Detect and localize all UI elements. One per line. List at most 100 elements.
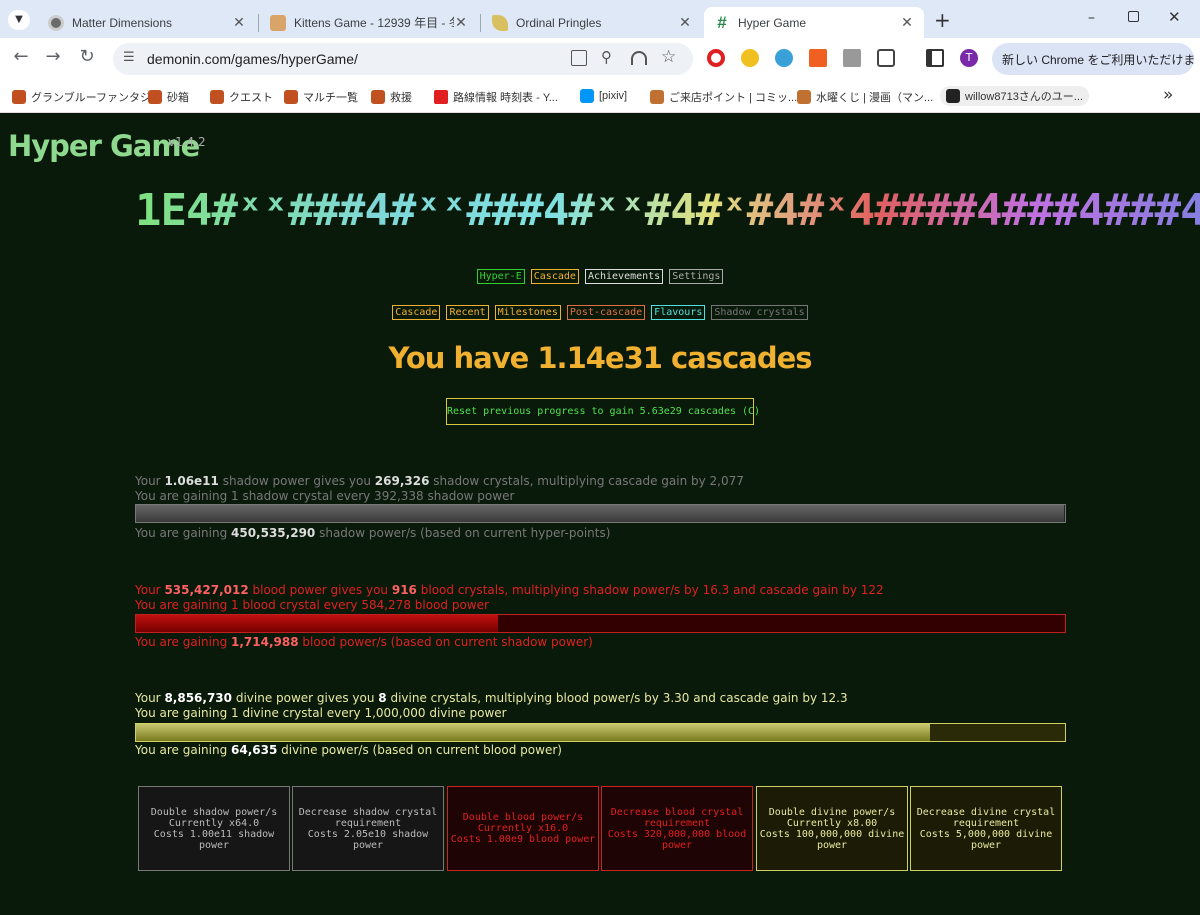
tab-cascade[interactable]: Cascade — [530, 269, 579, 284]
hyper-number-display: 1E4#ˣˣ###4#ˣˣ###4#ˣˣ#4#ˣ#4#ˣ4####4###4##… — [135, 185, 1200, 236]
double-shadow-power-button[interactable]: Double shadow power/s Currently x64.0 Cost… — [138, 786, 290, 871]
version-label: v1.4.2 — [168, 135, 206, 149]
new-tab-button[interactable]: + — [934, 8, 951, 32]
shadow-progress-fill — [136, 505, 1065, 522]
tab-matter-dimensions[interactable]: Matter Dimensions ✕ — [38, 7, 256, 38]
tab-settings[interactable]: Settings — [669, 269, 724, 284]
tab-search-button[interactable]: ▼ — [8, 10, 30, 30]
subtab-cascade[interactable]: Cascade — [392, 305, 441, 320]
divine-power-value: 8,856,730 — [164, 691, 233, 705]
bookmark-item[interactable]: 水曜くじ | 漫画（マン... — [797, 89, 933, 105]
close-icon[interactable]: ✕ — [454, 14, 468, 31]
close-icon[interactable]: ✕ — [900, 14, 914, 31]
extension-yellow-icon[interactable] — [741, 49, 759, 67]
cascade-count-heading: You have 1.14e31 cascades — [388, 341, 812, 375]
tab-hyper-e[interactable]: Hyper-E — [476, 269, 525, 284]
divine-gain-value: 64,635 — [231, 743, 278, 757]
decrease-shadow-requirement-button[interactable]: Decrease shadow crystal requirement Costs… — [292, 786, 444, 871]
reload-icon[interactable]: ↻ — [74, 46, 100, 67]
bookmark-label: 水曜くじ | 漫画（マン... — [816, 92, 934, 104]
close-window-icon[interactable]: ✕ — [1168, 8, 1181, 26]
divine-crystal-rate-line: You are gaining 1 divine crystal every 1… — [135, 706, 507, 720]
bookmark-item[interactable]: 砂箱 — [148, 89, 189, 105]
minimize-icon[interactable]: – — [1088, 10, 1095, 26]
upgrade-title: Decrease shadow crystal requirement — [298, 806, 438, 829]
translate-icon[interactable] — [571, 50, 587, 66]
tab-hyper-game[interactable]: # Hyper Game ✕ — [704, 7, 924, 38]
store-icon — [797, 90, 811, 104]
subtab-shadow-crystals[interactable]: Shadow crystals — [711, 305, 808, 320]
bookmark-label: グランブルーファンタジー — [31, 92, 163, 104]
close-icon[interactable]: ✕ — [232, 14, 246, 31]
extensions-puzzle-icon[interactable] — [877, 49, 895, 67]
tab-title: Hyper Game — [738, 15, 807, 30]
text: shadow power/s (based on current hyper-p… — [315, 526, 611, 540]
restore-icon[interactable] — [1128, 11, 1139, 22]
profile-avatar[interactable]: T — [960, 49, 978, 67]
tab-title: Kittens Game - 12939 年目 - 冬 — [294, 16, 454, 30]
subtab-flavours[interactable]: Flavours — [651, 305, 706, 320]
bookmark-label: ご来店ポイント | コミッ... — [669, 92, 798, 104]
upgrade-cost: Costs 1.00e9 blood power — [450, 834, 596, 845]
double-divine-power-button[interactable]: Double divine power/s Currently x8.00 Cost… — [756, 786, 908, 871]
bookmark-item[interactable]: ご来店ポイント | コミッ... — [650, 89, 797, 105]
shadow-crystal-rate-line: You are gaining 1 shadow crystal every 3… — [135, 489, 515, 503]
upgrade-text: Decrease divine crystal requirement Costs… — [913, 807, 1059, 851]
decrease-blood-requirement-button[interactable]: Decrease blood crystal requirement Costs … — [601, 786, 753, 871]
kitten-icon — [270, 14, 286, 31]
bookmark-item[interactable]: 救援 — [371, 89, 412, 105]
back-icon[interactable]: ← — [8, 46, 34, 67]
zoom-icon[interactable]: ⚲ — [601, 48, 612, 66]
bookmark-label: [pixiv] — [599, 90, 628, 102]
yahoo-icon — [434, 90, 448, 104]
bookmark-item[interactable]: グランブルーファンタジー — [12, 89, 162, 105]
game-viewport: Hyper Game v1.4.2 1E4#ˣˣ###4#ˣˣ###4#ˣˣ#4… — [0, 113, 1200, 915]
tiger-icon — [12, 90, 26, 104]
upgrade-title: Double shadow power/s — [150, 806, 278, 818]
decrease-divine-requirement-button[interactable]: Decrease divine crystal requirement Costs… — [910, 786, 1062, 871]
upgrade-cost: Costs 100,000,000 divine power — [759, 828, 905, 851]
subtab-post-cascade[interactable]: Post-cascade — [566, 305, 646, 320]
extension-gray-icon[interactable] — [843, 49, 861, 67]
divine-gain-line: You are gaining 64,635 divine power/s (b… — [135, 743, 1066, 758]
tiger-icon — [371, 90, 385, 104]
divine-summary-line: Your 8,856,730 divine power gives you 8 … — [135, 691, 1066, 706]
bookmarks-overflow-icon[interactable]: » — [1163, 85, 1173, 105]
alert-extension-icon[interactable] — [809, 49, 827, 67]
chrome-update-button[interactable]: 新しい Chrome をご利用いただけます — [992, 43, 1194, 75]
bookmark-item[interactable]: willow8713さんのユー... — [940, 86, 1089, 106]
bookmark-item[interactable]: 路線情報 時刻表 - Y... — [434, 89, 558, 105]
main-tab-bar: Hyper-E Cascade Achievements Settings — [0, 269, 1200, 284]
bookmark-item[interactable]: クエスト — [210, 89, 273, 105]
bookmark-item[interactable]: [pixiv] — [580, 89, 627, 103]
performance-icon[interactable] — [631, 51, 647, 65]
site-info-icon[interactable]: ☰ — [123, 50, 135, 65]
blood-progress-bar — [135, 614, 1066, 633]
forward-icon[interactable]: → — [40, 46, 66, 67]
bookmark-label: willow8713さんのユー... — [965, 91, 1083, 103]
text: blood power gives you — [248, 583, 392, 597]
text: shadow power gives you — [218, 474, 375, 488]
tab-kittens-game[interactable]: Kittens Game - 12939 年目 - 冬 ✕ — [260, 7, 478, 38]
shadow-progress-bar — [135, 504, 1066, 523]
tab-ordinal-pringles[interactable]: Ordinal Pringles ✕ — [482, 7, 702, 38]
subtab-milestones[interactable]: Milestones — [494, 305, 561, 320]
bookmark-star-icon[interactable]: ☆ — [661, 47, 676, 67]
close-icon[interactable]: ✕ — [678, 14, 692, 31]
blood-power-value: 535,427,012 — [164, 583, 249, 597]
double-blood-power-button[interactable]: Double blood power/s Currently x16.0 Costs… — [447, 786, 599, 871]
bookmark-item[interactable]: マルチ一覧 — [284, 89, 358, 105]
address-bar[interactable]: ☰ demonin.com/games/hyperGame/ ⚲ ☆ — [113, 43, 693, 75]
tiger-icon — [210, 90, 224, 104]
opera-icon[interactable] — [707, 49, 725, 67]
blood-progress-fill — [136, 615, 499, 632]
tab-achievements[interactable]: Achievements — [584, 269, 664, 284]
upgrade-current: Currently x16.0 — [477, 823, 569, 834]
side-panel-icon[interactable] — [926, 49, 944, 67]
subtab-recent[interactable]: Recent — [446, 305, 489, 320]
tab-separator — [480, 14, 481, 32]
blood-gain-line: You are gaining 1,714,988 blood power/s … — [135, 635, 1066, 650]
shadow-power-value: 1.06e11 — [164, 474, 219, 488]
cascade-reset-button[interactable]: Reset previous progress to gain 5.63e29 … — [446, 398, 760, 425]
extension-blue-icon[interactable] — [775, 49, 793, 67]
